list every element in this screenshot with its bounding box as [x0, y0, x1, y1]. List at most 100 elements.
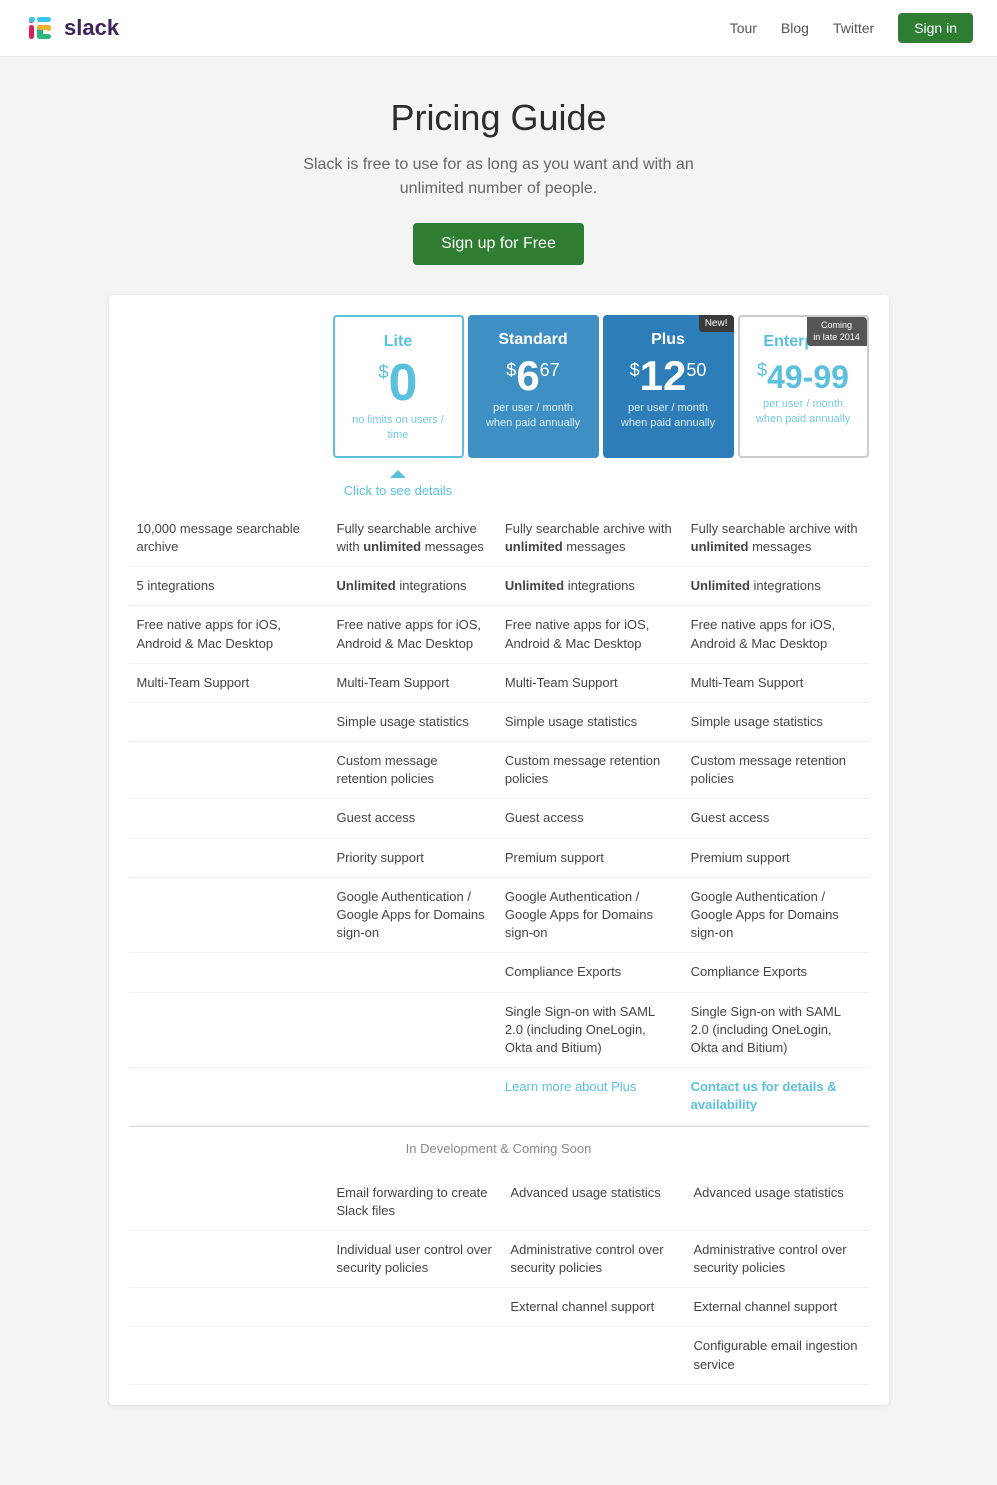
plan-header-spacer: [129, 315, 329, 458]
plan-card-standard: Standard $ 6 67 per user / monthwhen pai…: [468, 315, 599, 458]
badge-new: New!: [699, 315, 734, 332]
feature-cell-plus: Advanced usage statistics: [502, 1174, 685, 1231]
plan-name-standard: Standard: [478, 331, 589, 349]
slack-logo-icon: [24, 12, 56, 44]
feature-cell-standard: [329, 953, 497, 992]
nav-twitter[interactable]: Twitter: [833, 20, 874, 36]
signup-free-button[interactable]: Sign up for Free: [413, 223, 584, 265]
table-row: Guest accessGuest accessGuest access: [129, 799, 869, 838]
table-row: Learn more about Plus Contact us for deta…: [129, 1068, 869, 1125]
plan-name-lite: Lite: [345, 333, 452, 351]
plan-card-plus: New! Plus $ 12 50 per user / monthwhen p…: [603, 315, 734, 458]
feature-cell-enterprise: Administrative control over security pol…: [685, 1230, 868, 1287]
triangle-up-icon: [390, 470, 406, 478]
plan-billing-enterprise: per user / monthwhen paid annually: [750, 397, 857, 428]
feature-cell-enterprise: Configurable email ingestion service: [685, 1327, 868, 1384]
plan-billing-standard: per user / monthwhen paid annually: [478, 401, 589, 432]
feature-cell-plus: Custom message retention policies: [497, 742, 683, 799]
feature-cell-enterprise: Free native apps for iOS, Android & Mac …: [683, 606, 869, 663]
feature-cell-standard: Priority support: [329, 838, 497, 877]
contact-enterprise-link[interactable]: Contact us for details & availability: [691, 1079, 837, 1112]
plan-price-lite: $ 0: [345, 357, 452, 409]
feature-cell-enterprise: Multi-Team Support: [683, 663, 869, 702]
logo-text: slack: [64, 15, 119, 41]
feature-cell-enterprise: Premium support: [683, 838, 869, 877]
table-row: Single Sign-on with SAML 2.0 (including …: [129, 992, 869, 1068]
feature-cell-plus: Free native apps for iOS, Android & Mac …: [497, 606, 683, 663]
feature-cell-enterprise: Guest access: [683, 799, 869, 838]
table-row: Google Authentication / Google Apps for …: [129, 877, 869, 953]
feature-cell-lite: 10,000 message searchable archive: [129, 510, 329, 567]
nav-links: Tour Blog Twitter Sign in: [730, 13, 973, 43]
learn-more-plus-link[interactable]: Learn more about Plus: [505, 1079, 637, 1094]
signin-button[interactable]: Sign in: [898, 13, 973, 43]
plan-price-standard: $ 6 67: [478, 355, 589, 397]
feature-cell-plus: Single Sign-on with SAML 2.0 (including …: [497, 992, 683, 1068]
lite-details-row: Click to see details: [129, 462, 869, 502]
badge-coming: Comingin late 2014: [807, 317, 867, 346]
plan-billing-plus: per user / monthwhen paid annually: [613, 401, 724, 432]
feature-cell-standard: [329, 1068, 497, 1125]
feature-cell-plus: Unlimited integrations: [497, 567, 683, 606]
feature-cell-plus: Premium support: [497, 838, 683, 877]
feature-cell-plus: Learn more about Plus: [497, 1068, 683, 1125]
feature-cell-lite: Free native apps for iOS, Android & Mac …: [129, 606, 329, 663]
plan-name-plus: Plus: [613, 331, 724, 349]
nav-tour[interactable]: Tour: [730, 20, 757, 36]
feature-cell-standard: Unlimited integrations: [329, 567, 497, 606]
table-row: Configurable email ingestion service: [129, 1327, 869, 1384]
feature-cell-standard: Fully searchable archive with unlimited …: [329, 510, 497, 567]
feature-cell-plus: Fully searchable archive with unlimited …: [497, 510, 683, 567]
lite-details-link[interactable]: Click to see details: [344, 483, 452, 498]
table-row: Custom message retention policiesCustom …: [129, 742, 869, 799]
feature-cell-standard: Google Authentication / Google Apps for …: [329, 877, 497, 953]
feature-cell-enterprise: Compliance Exports: [683, 953, 869, 992]
feature-cell-standard: [329, 1327, 503, 1384]
feature-cell-plus: [502, 1327, 685, 1384]
feature-cell-enterprise: External channel support: [685, 1288, 868, 1327]
table-row: Individual user control over security po…: [129, 1230, 869, 1287]
feature-cell-lite: [129, 1068, 329, 1125]
feature-cell-enterprise: Advanced usage statistics: [685, 1174, 868, 1231]
navigation: slack Tour Blog Twitter Sign in: [0, 0, 997, 57]
feature-cell-lite: [129, 1288, 329, 1327]
feature-cell-lite: [129, 702, 329, 741]
feature-cell-enterprise: Simple usage statistics: [683, 702, 869, 741]
table-row: Multi-Team SupportMulti-Team SupportMult…: [129, 663, 869, 702]
feature-cell-plus: Compliance Exports: [497, 953, 683, 992]
plan-price-plus: $ 12 50: [613, 355, 724, 397]
logo[interactable]: slack: [24, 12, 119, 44]
feature-cell-lite: Multi-Team Support: [129, 663, 329, 702]
lite-details: Click to see details: [333, 462, 464, 502]
nav-blog[interactable]: Blog: [781, 20, 809, 36]
feature-cell-standard: [329, 992, 497, 1068]
page-title: Pricing Guide: [20, 97, 977, 139]
feature-cell-enterprise: Single Sign-on with SAML 2.0 (including …: [683, 992, 869, 1068]
plan-headers: Lite $ 0 no limits on users / time Stand…: [129, 315, 869, 458]
plan-card-lite: Lite $ 0 no limits on users / time: [333, 315, 464, 458]
feature-cell-lite: [129, 742, 329, 799]
table-row: Free native apps for iOS, Android & Mac …: [129, 606, 869, 663]
feature-cell-lite: [129, 1174, 329, 1231]
feature-cell-lite: [129, 877, 329, 953]
feature-cell-lite: [129, 1230, 329, 1287]
table-row: Compliance ExportsCompliance Exports: [129, 953, 869, 992]
feature-cell-standard: Individual user control over security po…: [329, 1230, 503, 1287]
feature-cell-standard: Simple usage statistics: [329, 702, 497, 741]
feature-cell-standard: Free native apps for iOS, Android & Mac …: [329, 606, 497, 663]
feature-cell-enterprise: Contact us for details & availability: [683, 1068, 869, 1125]
feature-cell-standard: Custom message retention policies: [329, 742, 497, 799]
plan-card-enterprise: Comingin late 2014 Enterprise $ 49-99 pe…: [738, 315, 869, 458]
feature-cell-standard: [329, 1288, 503, 1327]
feature-cell-plus: Guest access: [497, 799, 683, 838]
coming-soon-divider: In Development & Coming Soon: [129, 1126, 869, 1166]
feature-cell-lite: [129, 953, 329, 992]
table-row: 10,000 message searchable archiveFully s…: [129, 510, 869, 567]
feature-cell-lite: 5 integrations: [129, 567, 329, 606]
hero-subtitle: Slack is free to use for as long as you …: [20, 153, 977, 201]
table-row: Priority supportPremium supportPremium s…: [129, 838, 869, 877]
feature-cell-enterprise: Google Authentication / Google Apps for …: [683, 877, 869, 953]
feature-cell-lite: [129, 799, 329, 838]
feature-cell-lite: [129, 838, 329, 877]
feature-cell-lite: [129, 992, 329, 1068]
